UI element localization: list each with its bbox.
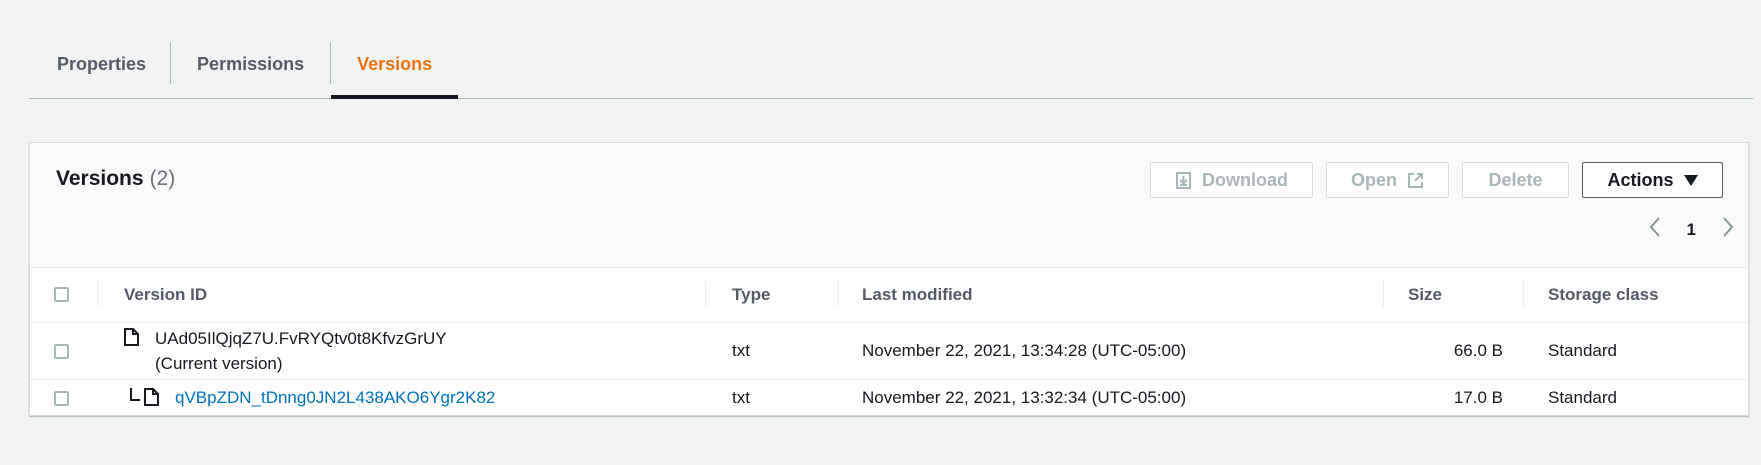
tab-versions[interactable]: Versions bbox=[331, 30, 459, 99]
file-size: 17.0 B bbox=[1453, 388, 1503, 407]
storage-class: Standard bbox=[1548, 341, 1617, 360]
column-header-version-id[interactable]: Version ID bbox=[124, 267, 207, 322]
pagination: 1 bbox=[1649, 217, 1734, 242]
row-checkbox[interactable] bbox=[54, 390, 69, 406]
download-label: Download bbox=[1202, 169, 1288, 190]
column-header-size[interactable]: Size bbox=[1408, 267, 1442, 322]
actions-button[interactable]: Actions bbox=[1582, 162, 1723, 198]
download-button[interactable]: Download bbox=[1150, 162, 1313, 198]
version-branch-icon bbox=[130, 388, 140, 402]
select-all-checkbox[interactable] bbox=[54, 287, 69, 302]
row-select-cell bbox=[54, 380, 69, 416]
tab-properties[interactable]: Properties bbox=[29, 30, 170, 98]
panel-header: Versions (2) Download Open Delete Action… bbox=[30, 143, 1748, 268]
panel-title: Versions (2) bbox=[56, 167, 175, 191]
download-icon bbox=[1175, 171, 1192, 189]
table-row: UAd05IlQjqZ7U.FvRYQtv0t8KfvzGrUY (Curren… bbox=[30, 323, 1748, 380]
row-checkbox[interactable] bbox=[54, 343, 69, 359]
table-row: qVBpZDN_tDnng0JN2L438AKO6Ygr2K82 txt Nov… bbox=[30, 380, 1748, 416]
column-divider bbox=[705, 281, 706, 307]
open-button[interactable]: Open bbox=[1326, 162, 1449, 198]
version-id-link[interactable]: qVBpZDN_tDnng0JN2L438AKO6Ygr2K82 bbox=[175, 380, 495, 416]
file-size: 66.0 B bbox=[1453, 341, 1503, 360]
column-divider bbox=[98, 281, 99, 307]
panel-title-text: Versions bbox=[56, 167, 144, 190]
delete-label: Delete bbox=[1488, 169, 1543, 190]
file-type: txt bbox=[732, 388, 750, 407]
column-divider bbox=[837, 281, 838, 307]
chevron-left-icon[interactable] bbox=[1649, 217, 1661, 242]
current-page[interactable]: 1 bbox=[1687, 220, 1696, 240]
file-type: txt bbox=[732, 341, 750, 360]
column-header-storage-class[interactable]: Storage class bbox=[1548, 267, 1659, 322]
version-id: UAd05IlQjqZ7U.FvRYQtv0t8KfvzGrUY bbox=[155, 329, 447, 348]
actions-label: Actions bbox=[1607, 169, 1674, 190]
column-divider bbox=[1523, 281, 1524, 307]
file-icon bbox=[144, 388, 159, 406]
file-icon bbox=[124, 328, 139, 346]
version-count: (2) bbox=[149, 167, 176, 190]
table-header: Version ID Type Last modified Size Stora… bbox=[30, 267, 1748, 323]
delete-button[interactable]: Delete bbox=[1462, 162, 1569, 198]
column-header-type[interactable]: Type bbox=[732, 267, 770, 322]
current-version-note: (Current version) bbox=[155, 354, 283, 373]
column-header-last-modified[interactable]: Last modified bbox=[862, 267, 973, 322]
tab-bar: Properties Permissions Versions bbox=[29, 30, 1753, 99]
chevron-right-icon[interactable] bbox=[1722, 217, 1734, 242]
tab-permissions[interactable]: Permissions bbox=[171, 30, 330, 98]
external-link-icon bbox=[1407, 172, 1424, 189]
open-label: Open bbox=[1350, 169, 1397, 190]
versions-panel: Versions (2) Download Open Delete Action… bbox=[29, 142, 1749, 416]
last-modified: November 22, 2021, 13:32:34 (UTC-05:00) bbox=[862, 388, 1187, 407]
last-modified: November 22, 2021, 13:34:28 (UTC-05:00) bbox=[862, 341, 1187, 360]
caret-down-icon bbox=[1683, 174, 1698, 186]
row-select-cell bbox=[54, 323, 69, 379]
storage-class: Standard bbox=[1548, 388, 1617, 407]
column-divider bbox=[1383, 281, 1384, 307]
select-all-cell bbox=[54, 267, 69, 322]
